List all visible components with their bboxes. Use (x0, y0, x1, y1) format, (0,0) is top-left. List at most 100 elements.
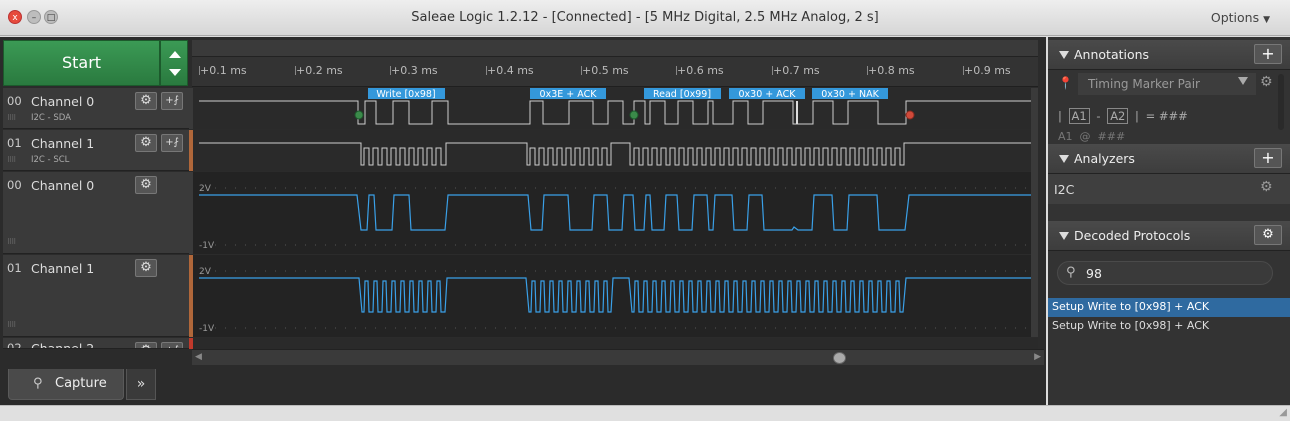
decode-bubble-label[interactable]: 0x30 + NAK (821, 89, 879, 100)
add-annotation-button[interactable]: + (1254, 44, 1282, 64)
channel-number: 01 (7, 261, 22, 275)
tab-capture[interactable]: ⚲ Capture (8, 369, 124, 400)
time-ruler[interactable]: +0.1 ms +0.2 ms +0.3 ms +0.4 ms +0.5 ms … (192, 57, 1038, 87)
collapse-triangle-icon[interactable] (1059, 51, 1069, 59)
measurement-value: = ### (1145, 109, 1188, 123)
ruler-tick-label: +0.1 ms (200, 64, 247, 77)
window-title: Saleae Logic 1.2.12 - [Connected] - [5 M… (411, 10, 879, 25)
gear-icon[interactable]: ⚙ (135, 342, 157, 348)
scroll-right-icon[interactable]: ▶ (1034, 352, 1041, 362)
analog-0-background (193, 172, 1038, 254)
trigger-icon[interactable]: +⨏ (161, 134, 183, 152)
annotations-header[interactable]: Annotations + (1048, 40, 1290, 70)
bottom-tab-bar: ⚲ Capture » (0, 369, 1046, 405)
channel-name[interactable]: Channel 0 (31, 94, 94, 109)
analyzers-title: Analyzers (1074, 151, 1135, 166)
analog-scale-top: 2V (199, 184, 212, 194)
channel-name[interactable]: Channel 1 (31, 261, 94, 276)
channel-name[interactable]: Channel 0 (31, 178, 94, 193)
gear-icon[interactable]: ⚙ (135, 259, 157, 277)
decoded-result-text: Setup Write to [0x98] + ACK (1052, 300, 1210, 313)
channel-analyzer-label: I2C - SCL (31, 155, 70, 165)
channel-row-analog-1[interactable]: 01 Channel 1 ⠿⠿ ⚙ (3, 255, 189, 337)
analyzers-empty-area (1048, 204, 1290, 221)
collapse-triangle-icon[interactable] (1059, 232, 1069, 240)
decoded-search-field[interactable]: ⚲ 98 (1057, 261, 1273, 285)
channel-name[interactable]: Channel 1 (31, 136, 94, 151)
ruler-tick-label: +0.2 ms (296, 64, 343, 77)
channel-row-digital-1[interactable]: 01 Channel 1 I2C - SCL ⠿⠿ ⚙ +⨏ (3, 130, 189, 171)
search-icon: ⚲ (1066, 265, 1076, 280)
marker-a1-badge[interactable]: A1 (1068, 108, 1090, 124)
gear-icon[interactable]: ⚙ (135, 92, 157, 110)
channel-name[interactable]: Channel 2 (31, 341, 94, 348)
trigger-icon[interactable]: +⨏ (161, 342, 183, 348)
gear-icon[interactable]: ⚙ (1260, 74, 1273, 90)
waveform-canvas[interactable]: Write [0x98] 0x3E + ACK Read [0x99] 0x30… (193, 88, 1038, 350)
analyzers-header[interactable]: Analyzers + (1048, 144, 1290, 174)
decoded-result-row[interactable]: Setup Write to [0x98] + ACK (1048, 298, 1290, 317)
digital-1-background (193, 130, 1038, 171)
channel-number: 01 (7, 136, 22, 150)
options-label: Options (1210, 10, 1260, 25)
horizontal-scrollbar[interactable]: ◀ ▶ (192, 349, 1044, 365)
start-options-button[interactable] (160, 40, 188, 86)
decoded-result-row[interactable]: Setup Write to [0x98] + ACK (1048, 317, 1290, 336)
analyzer-item-i2c[interactable]: I2C ⚙ (1048, 174, 1290, 204)
gear-icon[interactable]: ⚙ (135, 134, 157, 152)
add-analyzer-button[interactable]: + (1254, 148, 1282, 168)
analog-scale-bottom: -1V (199, 241, 215, 251)
channel-analyzer-label: I2C - SDA (31, 113, 71, 123)
main-capture-area: Start +0.1 ms +0.2 ms +0.3 ms +0.4 ms +0… (0, 37, 1046, 405)
decoded-settings-button[interactable]: ⚙ (1254, 225, 1282, 245)
tab-capture-label: Capture (55, 376, 107, 391)
measurement-bar: | (1135, 109, 1139, 123)
analog-1-background (193, 255, 1038, 337)
ruler-top-strip (192, 40, 1038, 57)
ruler-tick-label: +0.3 ms (391, 64, 438, 77)
measurement-dash: - (1096, 109, 1101, 123)
drag-handle-icon[interactable]: ⠿⠿ (7, 238, 16, 246)
scroll-thumb[interactable] (833, 352, 846, 364)
gear-icon[interactable]: ⚙ (135, 176, 157, 194)
marker-a1-row: A1 @ ### (1058, 130, 1126, 143)
channel-row-partial[interactable]: 02 Channel 2 ⚙ +⨏ (3, 338, 189, 349)
channel-row-digital-0[interactable]: 00 Channel 0 I2C - SDA ⠿⠿ ⚙ +⨏ (3, 88, 189, 129)
trigger-icon[interactable]: +⨏ (161, 92, 183, 110)
right-panel: Annotations + 📍 Timing Marker Pair ⚙ | A… (1048, 37, 1290, 405)
collapse-triangle-icon[interactable] (1059, 155, 1069, 163)
decoded-protocols-title: Decoded Protocols (1074, 228, 1191, 243)
gear-icon[interactable]: ⚙ (1260, 179, 1273, 195)
ruler-tick-label: +0.5 ms (582, 64, 629, 77)
scroll-left-icon[interactable]: ◀ (195, 352, 202, 362)
ruler-tick-label: +0.6 ms (677, 64, 724, 77)
resize-grip-icon[interactable]: ◢ (1279, 407, 1287, 418)
start-condition-marker (354, 110, 364, 120)
chevron-down-icon: ▼ (1263, 15, 1270, 25)
vertical-scrollbar[interactable] (1031, 88, 1038, 337)
measurement-bar: | (1058, 109, 1062, 123)
options-menu-button[interactable]: Options ▼ (1211, 10, 1270, 25)
timing-marker-label: Timing Marker Pair (1088, 77, 1200, 91)
analog-scale-bottom: -1V (199, 324, 215, 334)
drag-handle-icon[interactable]: ⠿⠿ (7, 321, 16, 329)
start-button[interactable]: Start (3, 40, 160, 86)
start-condition-marker (629, 110, 639, 120)
decoded-search-value: 98 (1086, 266, 1102, 281)
drag-handle-icon[interactable]: ⠿⠿ (7, 156, 16, 164)
decode-bubble-label[interactable]: 0x30 + ACK (739, 89, 797, 100)
digital-0-background (193, 88, 1038, 129)
more-tabs-button[interactable]: » (126, 369, 156, 400)
decode-bubble-label[interactable]: Read [0x99] (653, 89, 711, 100)
decoded-protocols-header[interactable]: Decoded Protocols ⚙ (1048, 221, 1290, 251)
marker-a2-badge[interactable]: A2 (1107, 108, 1129, 124)
annotations-scrollbar[interactable] (1278, 74, 1284, 130)
decode-bubble-label[interactable]: 0x3E + ACK (540, 89, 598, 100)
decode-bubble-label[interactable]: Write [0x98] (376, 89, 435, 100)
chevron-up-icon (169, 51, 181, 58)
ruler-tick-label: +0.8 ms (868, 64, 915, 77)
channel-row-analog-0[interactable]: 00 Channel 0 ⠿⠿ ⚙ (3, 172, 189, 254)
drag-handle-icon[interactable]: ⠿⠿ (7, 114, 16, 122)
timing-marker-dropdown[interactable]: Timing Marker Pair (1078, 73, 1256, 95)
annotations-body: 📍 Timing Marker Pair ⚙ | A1 - A2 | = ###… (1048, 70, 1290, 144)
